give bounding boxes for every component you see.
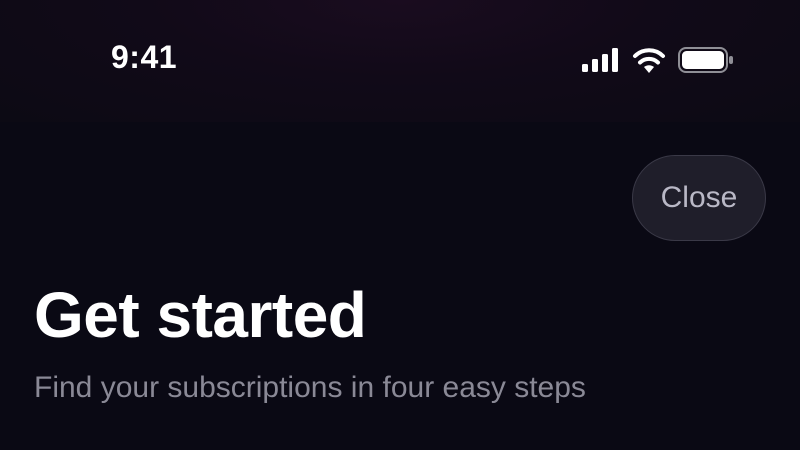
close-button[interactable]: Close <box>632 155 766 241</box>
battery-icon <box>678 47 734 73</box>
status-bar: 9:41 <box>0 0 800 122</box>
wifi-icon <box>632 47 666 73</box>
close-button-label: Close <box>660 181 738 214</box>
page-title: Get started <box>34 279 367 351</box>
cellular-signal-icon <box>582 48 620 72</box>
page-subtitle: Find your subscriptions in four easy ste… <box>34 371 586 404</box>
status-icons <box>582 47 734 73</box>
status-time: 9:41 <box>111 39 178 75</box>
